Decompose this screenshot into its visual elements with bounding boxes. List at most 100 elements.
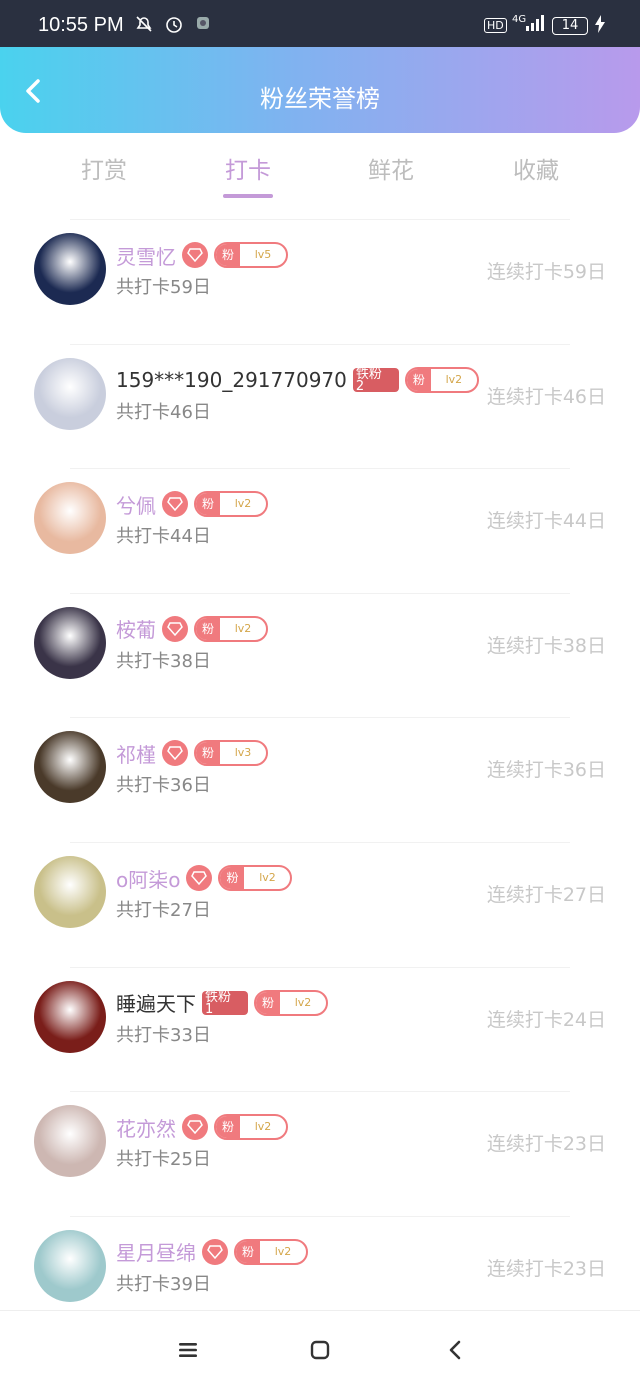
iron-fan-badge: 铁粉 2 bbox=[352, 367, 399, 392]
fan-level-badge: 粉 lv2 bbox=[194, 615, 268, 642]
avatar[interactable] bbox=[34, 856, 106, 928]
fan-name[interactable]: 桉葡 bbox=[116, 614, 156, 643]
diamond-icon bbox=[162, 615, 188, 642]
fan-level-badge: 粉 lv2 bbox=[234, 1238, 308, 1265]
total-checkins: 共打卡44日 bbox=[116, 526, 211, 548]
name-line: 兮佩 粉 lv2 bbox=[116, 490, 268, 518]
fan-level-badge: 粉 lv2 bbox=[214, 1114, 288, 1141]
fan-name[interactable]: 星月昼绵 bbox=[116, 1237, 196, 1266]
home-square-icon[interactable] bbox=[307, 1337, 333, 1363]
tab-checkin[interactable]: 打卡 bbox=[198, 151, 298, 198]
fan-level-badge: 粉 lv2 bbox=[194, 491, 268, 518]
fan-level: lv2 bbox=[259, 871, 276, 884]
avatar[interactable] bbox=[34, 731, 106, 804]
fan-name[interactable]: 兮佩 bbox=[116, 490, 156, 519]
row-divider bbox=[70, 717, 570, 719]
fan-name[interactable]: 祁槿 bbox=[116, 739, 156, 768]
fan-row[interactable]: 花亦然 粉 lv2 共打卡25日 连续打卡23日 bbox=[0, 1091, 640, 1216]
avatar[interactable] bbox=[34, 980, 106, 1053]
alarm-icon bbox=[164, 14, 184, 39]
streak-checkins: 连续打卡23日 bbox=[486, 1257, 606, 1280]
status-bar: 10:55 PM HD 4G 14 bbox=[0, 0, 640, 47]
tab-label: 打卡 bbox=[225, 158, 271, 184]
total-checkins: 共打卡39日 bbox=[116, 1273, 211, 1295]
fan-row[interactable]: 兮佩 粉 lv2 共打卡44日 连续打卡44日 bbox=[0, 468, 640, 593]
name-line: 桉葡 粉 lv2 bbox=[116, 615, 268, 643]
fan-badge-label: 粉 bbox=[406, 368, 431, 391]
fan-level-badge: 粉 lv3 bbox=[194, 740, 268, 767]
avatar[interactable] bbox=[34, 606, 106, 679]
menu-icon[interactable] bbox=[175, 1337, 201, 1363]
fan-name[interactable]: 花亦然 bbox=[116, 1113, 176, 1142]
fan-level: lv2 bbox=[234, 621, 252, 635]
fan-badge-label: 粉 bbox=[196, 493, 220, 516]
avatar[interactable] bbox=[34, 482, 106, 555]
fan-row[interactable]: 祁槿 粉 lv3 共打卡36日 连续打卡36日 bbox=[0, 717, 640, 842]
diamond-icon bbox=[182, 242, 208, 268]
total-checkins: 共打卡33日 bbox=[116, 1024, 211, 1046]
signal-icon bbox=[524, 14, 546, 37]
streak-checkins: 连续打卡36日 bbox=[486, 759, 606, 782]
diamond-icon bbox=[162, 491, 188, 518]
name-line: 睡遍天下 铁粉 1 粉 lv2 bbox=[116, 989, 328, 1017]
tab-favorites[interactable]: 收藏 bbox=[486, 151, 586, 185]
fan-row[interactable]: 159***190_291770970 铁粉 2 粉 lv2 共打卡46日 连续打卡46日 bbox=[0, 343, 640, 469]
tab-reward[interactable]: 打赏 bbox=[54, 151, 154, 185]
name-line: 星月昼绵 粉 lv2 bbox=[116, 1238, 308, 1266]
fan-level: lv2 bbox=[274, 1244, 292, 1258]
streak-checkins: 连续打卡24日 bbox=[486, 1008, 606, 1031]
fan-name[interactable]: 灵雪忆 bbox=[116, 241, 176, 270]
avatar[interactable] bbox=[34, 357, 106, 430]
name-line: o阿柒o 粉 lv2 bbox=[116, 864, 293, 893]
total-checkins: 共打卡59日 bbox=[116, 277, 211, 298]
fan-level: lv2 bbox=[294, 995, 312, 1009]
tab-bar: 打赏 打卡 鲜花 收藏 bbox=[0, 133, 640, 219]
diamond-icon bbox=[186, 865, 213, 891]
fan-badge-label: 粉 bbox=[196, 742, 220, 765]
name-line: 灵雪忆 粉 lv5 bbox=[116, 241, 288, 269]
row-divider bbox=[70, 219, 570, 220]
tab-flowers[interactable]: 鲜花 bbox=[341, 151, 441, 185]
fan-badge-label: 粉 bbox=[236, 1240, 260, 1263]
system-nav-bar bbox=[0, 1310, 640, 1388]
streak-checkins: 连续打卡46日 bbox=[486, 385, 606, 408]
total-checkins: 共打卡27日 bbox=[116, 900, 211, 921]
fan-level: lv2 bbox=[234, 497, 252, 511]
battery-icon: 14 bbox=[552, 17, 588, 35]
streak-checkins: 连续打卡38日 bbox=[486, 634, 606, 657]
fan-row[interactable]: 桉葡 粉 lv2 共打卡38日 连续打卡38日 bbox=[0, 592, 640, 718]
fan-name[interactable]: 159***190_291770970 bbox=[116, 368, 347, 392]
fan-row[interactable]: 睡遍天下 铁粉 1 粉 lv2 共打卡33日 连续打卡24日 bbox=[0, 966, 640, 1092]
app-notification-icon bbox=[196, 14, 210, 35]
tab-label: 收藏 bbox=[513, 158, 559, 184]
total-checkins: 共打卡36日 bbox=[116, 775, 211, 797]
mute-icon bbox=[134, 14, 154, 39]
streak-checkins: 连续打卡23日 bbox=[486, 1133, 606, 1156]
fan-badge-label: 粉 bbox=[220, 867, 245, 889]
tab-label: 打赏 bbox=[81, 158, 127, 184]
row-divider bbox=[70, 842, 570, 843]
diamond-icon bbox=[202, 1238, 228, 1265]
fan-level-badge: 粉 lv2 bbox=[404, 366, 479, 393]
total-checkins: 共打卡38日 bbox=[116, 650, 211, 672]
avatar[interactable] bbox=[34, 1105, 106, 1178]
back-triangle-icon[interactable] bbox=[442, 1337, 468, 1363]
name-line: 花亦然 粉 lv2 bbox=[116, 1113, 288, 1141]
fan-row[interactable]: o阿柒o 粉 lv2 共打卡27日 连续打卡27日 bbox=[0, 842, 640, 967]
avatar[interactable] bbox=[34, 233, 106, 305]
fan-name[interactable]: o阿柒o bbox=[116, 864, 180, 893]
fan-row[interactable]: 灵雪忆 粉 lv5 共打卡59日 连续打卡59日 bbox=[0, 219, 640, 344]
active-tab-indicator bbox=[223, 194, 273, 198]
fan-level: lv2 bbox=[254, 1120, 272, 1134]
fan-level: lv2 bbox=[445, 372, 463, 386]
avatar[interactable] bbox=[34, 1229, 106, 1302]
hd-badge: HD bbox=[484, 18, 507, 33]
fan-badge-label: 粉 bbox=[216, 1116, 240, 1139]
charging-icon bbox=[594, 14, 606, 39]
page-title: 粉丝荣誉榜 bbox=[260, 85, 380, 113]
fan-level-badge: 粉 lv2 bbox=[254, 989, 328, 1016]
row-divider bbox=[70, 1215, 570, 1217]
row-divider bbox=[70, 343, 570, 345]
fan-name[interactable]: 睡遍天下 bbox=[116, 988, 196, 1017]
row-divider bbox=[70, 1091, 570, 1093]
